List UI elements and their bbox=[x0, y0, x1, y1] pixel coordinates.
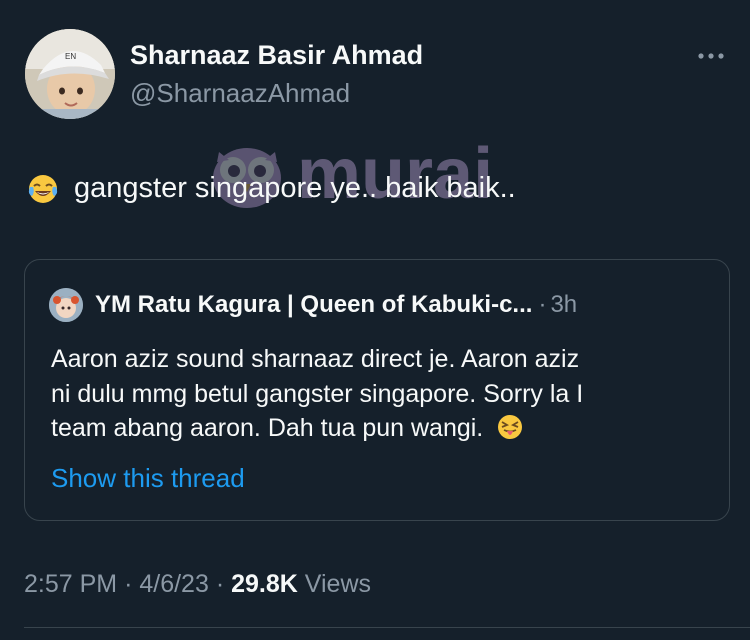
quoted-text-line: ni dulu mmg betul gangster singapore. So… bbox=[51, 379, 584, 408]
tweet-text: gangster singapore ye.. baik baik.. bbox=[28, 172, 516, 205]
svg-text:EN: EN bbox=[65, 52, 76, 61]
quoted-separator: · bbox=[538, 291, 547, 318]
tweet-text-content: gangster singapore ye.. baik baik.. bbox=[74, 172, 516, 204]
views-label: Views bbox=[304, 570, 372, 598]
quoted-author-avatar[interactable] bbox=[49, 288, 83, 322]
author-avatar[interactable]: EN bbox=[25, 29, 115, 119]
views-count[interactable]: 29.8K bbox=[231, 570, 298, 598]
more-dots-icon bbox=[698, 53, 724, 59]
divider bbox=[24, 627, 750, 628]
author-name[interactable]: Sharnaaz Basir Ahmad bbox=[130, 40, 423, 71]
quoted-tweet-header: YM Ratu Kagura | Queen of Kabuki-c... · … bbox=[49, 288, 577, 322]
tweet-date[interactable]: 4/6/23 bbox=[139, 570, 209, 598]
show-thread-link[interactable]: Show this thread bbox=[51, 463, 245, 494]
quoted-text-line: Aaron aziz sound sharnaaz direct je. Aar… bbox=[51, 345, 580, 373]
author-handle[interactable]: @SharnaazAhmad bbox=[130, 78, 350, 109]
quoted-tweet-text: Aaron aziz sound sharnaaz direct je. Aar… bbox=[51, 342, 711, 446]
meta-separator: · bbox=[215, 570, 225, 598]
quoted-author-name[interactable]: YM Ratu Kagura | Queen of Kabuki-c... bbox=[95, 291, 532, 319]
quoted-timestamp[interactable]: 3h bbox=[550, 291, 577, 319]
meta-separator: · bbox=[124, 570, 133, 598]
quoted-text-line: team abang aaron. Dah tua pun wangi. bbox=[51, 411, 711, 446]
tweet-meta: 2:57 PM · 4/6/23 · 29.8K Views bbox=[24, 570, 371, 599]
quoted-tweet-card[interactable]: YM Ratu Kagura | Queen of Kabuki-c... · … bbox=[24, 259, 730, 521]
quoted-text-line-content: team abang aaron. Dah tua pun wangi. bbox=[51, 414, 484, 442]
face-with-tears-of-joy-icon bbox=[28, 174, 58, 204]
tweet-detail: EN Sharnaaz Basir Ahmad @SharnaazAhmad m… bbox=[0, 0, 750, 640]
more-options-button[interactable] bbox=[694, 44, 728, 68]
squinting-face-with-tongue-icon bbox=[497, 414, 523, 440]
tweet-time[interactable]: 2:57 PM bbox=[24, 570, 117, 598]
